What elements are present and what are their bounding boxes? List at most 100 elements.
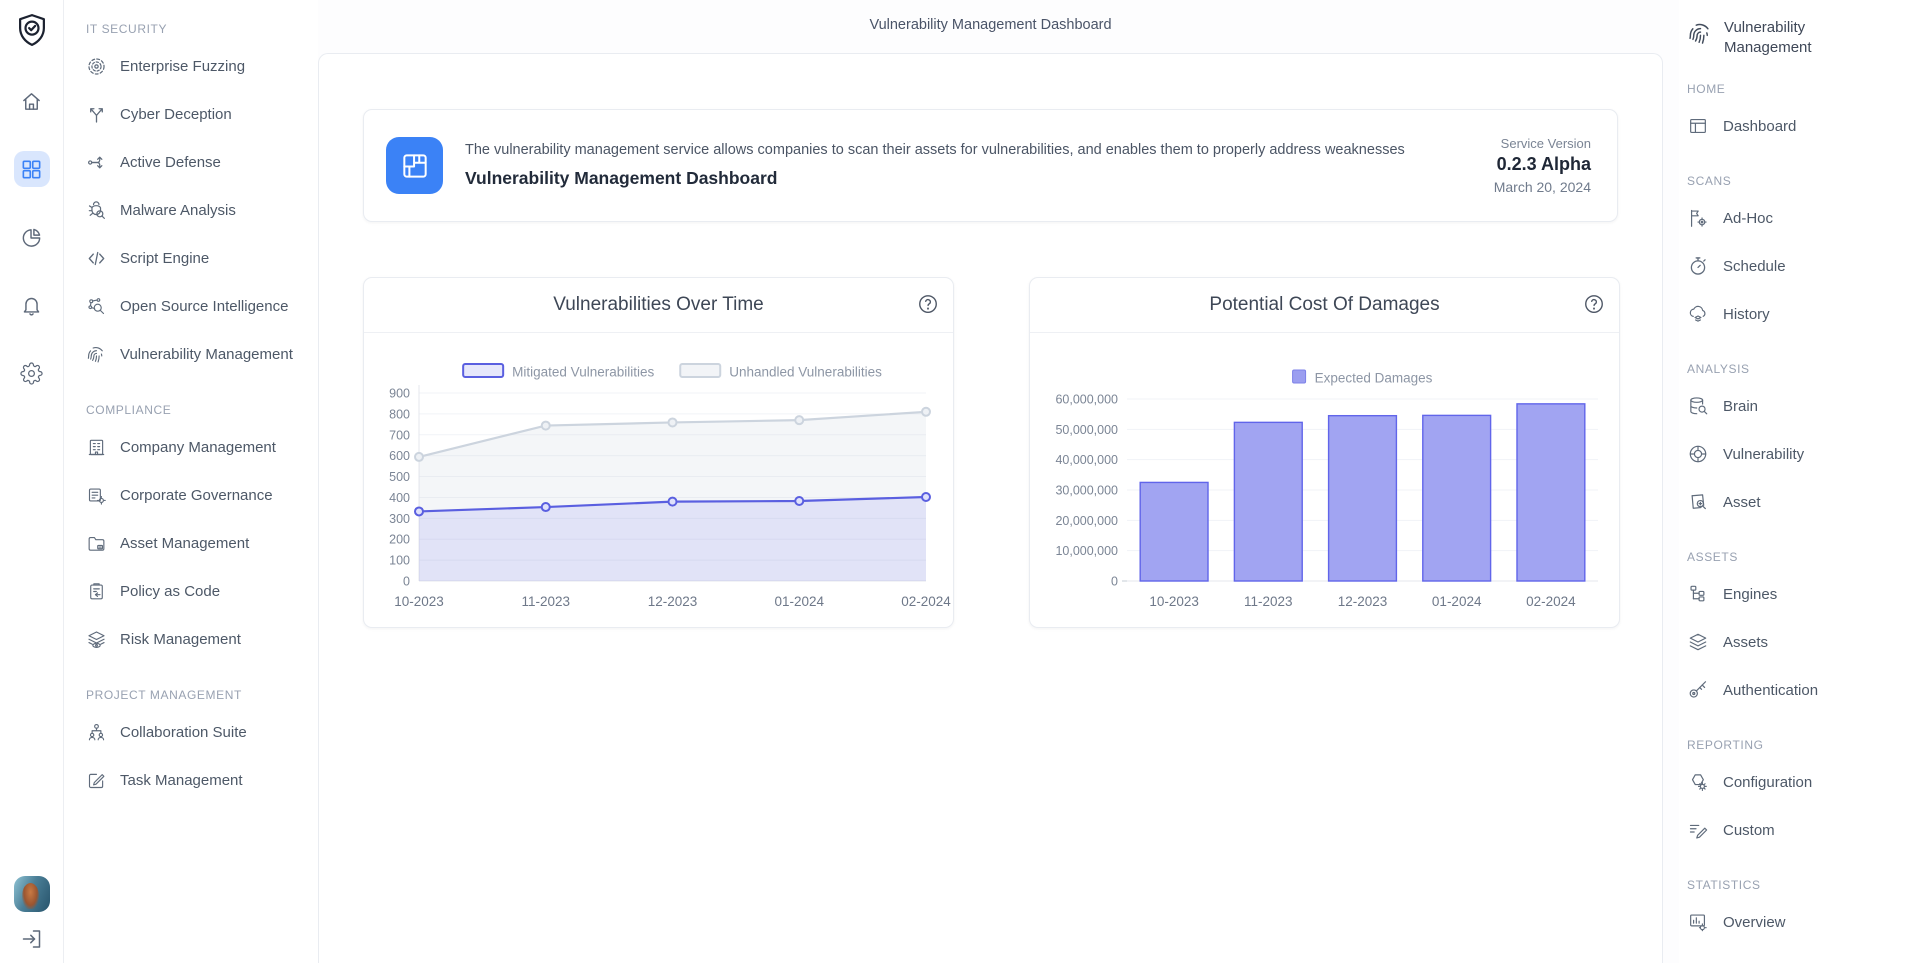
rail-button-home[interactable]	[14, 83, 50, 119]
fingerprint-icon	[1687, 20, 1714, 47]
service-version-date: March 20, 2024	[1494, 179, 1591, 195]
sidebar-item-corporate-governance[interactable]: Corporate Governance	[86, 471, 318, 519]
svg-text:40,000,000: 40,000,000	[1055, 453, 1118, 467]
line-chart: 010020030040050060070080090010-202311-20…	[365, 335, 954, 627]
rightbar-item-overview[interactable]: Overview	[1687, 898, 1920, 946]
rightbar-item-label: Custom	[1723, 822, 1775, 839]
sidebar-item-active-defense[interactable]: Active Defense	[86, 138, 318, 186]
rightbar-item-asset[interactable]: Asset	[1687, 478, 1920, 526]
code-icon	[86, 248, 107, 269]
sidebar-item-policy-as-code[interactable]: Policy as Code	[86, 567, 318, 615]
bar-chart: 010,000,00020,000,00030,000,00040,000,00…	[1031, 335, 1620, 627]
help-circle-icon[interactable]	[917, 293, 939, 315]
rail-button-pie-chart[interactable]	[14, 219, 50, 255]
rightbar-item-configuration[interactable]: Configuration	[1687, 758, 1920, 806]
service-info-card: The vulnerability management service all…	[363, 109, 1618, 222]
chart-title: Vulnerabilities Over Time	[364, 278, 953, 333]
rail-button-bell[interactable]	[14, 287, 50, 323]
svg-text:10,000,000: 10,000,000	[1055, 544, 1118, 558]
sidebar-section-header: PROJECT MANAGEMENT	[86, 682, 318, 708]
right-sidebar-title-text: Vulnerability Management	[1724, 18, 1864, 58]
sidebar-item-enterprise-fuzzing[interactable]: Enterprise Fuzzing	[86, 42, 318, 90]
user-avatar[interactable]	[14, 876, 50, 912]
rightbar-item-vulnerability[interactable]: Vulnerability	[1687, 430, 1920, 478]
svg-text:12-2023: 12-2023	[648, 594, 698, 609]
rightbar-item-label: Dashboard	[1723, 118, 1796, 135]
svg-text:02-2024: 02-2024	[1526, 594, 1576, 609]
rightbar-item-authentication[interactable]: Authentication	[1687, 666, 1920, 714]
sidebar-item-label: Malware Analysis	[120, 202, 236, 219]
pie-chart-icon	[20, 226, 43, 249]
svg-text:12-2023: 12-2023	[1338, 594, 1388, 609]
rightbar-item-label: History	[1723, 306, 1770, 323]
rightbar-item-label: Authentication	[1723, 682, 1818, 699]
clipboard-icon	[86, 581, 107, 602]
route-icon	[86, 152, 107, 173]
rail-button-gear[interactable]	[14, 355, 50, 391]
rightbar-item-label: Ad-Hoc	[1723, 210, 1773, 227]
svg-text:600: 600	[389, 449, 410, 463]
rightbar-item-ad-hoc[interactable]: Ad-Hoc	[1687, 194, 1920, 242]
svg-text:60,000,000: 60,000,000	[1055, 393, 1118, 407]
sidebar-item-label: Corporate Governance	[120, 487, 273, 504]
rightbar-item-label: Schedule	[1723, 258, 1786, 275]
key-icon	[1687, 679, 1709, 701]
rightbar-item-dashboard[interactable]: Dashboard	[1687, 102, 1920, 150]
chart-title: Potential Cost Of Damages	[1030, 278, 1619, 333]
sidebar-item-label: Task Management	[120, 772, 243, 789]
bell-icon	[20, 294, 43, 317]
svg-text:100: 100	[389, 554, 410, 568]
sidebar-item-risk-management[interactable]: Risk Management	[86, 615, 318, 663]
sidebar-item-collaboration-suite[interactable]: Collaboration Suite	[86, 708, 318, 756]
svg-text:11-2023: 11-2023	[1244, 594, 1293, 609]
rightbar-item-label: Vulnerability	[1723, 446, 1804, 463]
rightbar-item-custom[interactable]: Custom	[1687, 806, 1920, 854]
svg-text:300: 300	[389, 512, 410, 526]
service-title: Vulnerability Management Dashboard	[465, 168, 1494, 189]
svg-text:01-2024: 01-2024	[774, 594, 824, 609]
bar-chart-body: 010,000,00020,000,00030,000,00040,000,00…	[1030, 333, 1619, 627]
sidebar-item-label: Open Source Intelligence	[120, 298, 288, 315]
rightbar-item-schedule[interactable]: Schedule	[1687, 242, 1920, 290]
help-circle-icon[interactable]	[1583, 293, 1605, 315]
svg-text:700: 700	[389, 428, 410, 442]
rightbar-item-label: Engines	[1723, 586, 1777, 603]
svg-text:Unhandled Vulnerabilities: Unhandled Vulnerabilities	[729, 365, 882, 380]
doc-search-icon	[1687, 491, 1709, 513]
svg-text:200: 200	[389, 533, 410, 547]
sidebar-item-task-management[interactable]: Task Management	[86, 756, 318, 804]
globe-target-icon	[1687, 443, 1709, 465]
rightbar-section-header: HOME	[1687, 76, 1920, 102]
layers-icon	[1687, 631, 1709, 653]
sidebar-item-malware-analysis[interactable]: Malware Analysis	[86, 186, 318, 234]
target-icon	[86, 56, 107, 77]
chart-title-text: Potential Cost Of Damages	[1209, 294, 1439, 316]
sidebar-item-open-source-intelligence[interactable]: Open Source Intelligence	[86, 282, 318, 330]
rightbar-item-label: Overview	[1723, 914, 1786, 931]
sidebar-item-asset-management[interactable]: Asset Management	[86, 519, 318, 567]
sidebar-item-vulnerability-management[interactable]: Vulnerability Management	[86, 330, 318, 378]
svg-text:50,000,000: 50,000,000	[1055, 423, 1118, 437]
hierarchy-icon	[1687, 583, 1709, 605]
service-version-block: Service Version 0.2.3 Alpha March 20, 20…	[1494, 136, 1591, 195]
rightbar-item-history[interactable]: History	[1687, 290, 1920, 338]
svg-text:Expected Damages: Expected Damages	[1315, 371, 1433, 386]
sidebar-item-script-engine[interactable]: Script Engine	[86, 234, 318, 282]
sidebar-item-label: Active Defense	[120, 154, 221, 171]
rightbar-item-engines[interactable]: Engines	[1687, 570, 1920, 618]
rightbar-item-assets[interactable]: Assets	[1687, 618, 1920, 666]
rail-nav	[14, 83, 50, 391]
logout-icon[interactable]	[20, 927, 44, 951]
rail-button-grid[interactable]	[14, 151, 50, 187]
rightbar-item-brain[interactable]: Brain	[1687, 382, 1920, 430]
svg-text:30,000,000: 30,000,000	[1055, 484, 1118, 498]
svg-text:11-2023: 11-2023	[521, 594, 570, 609]
org-icon	[86, 722, 107, 743]
edit-square-icon	[86, 770, 107, 791]
main-panel: The vulnerability management service all…	[318, 53, 1663, 963]
pen-lines-icon	[1687, 819, 1709, 841]
sidebar-item-company-management[interactable]: Company Management	[86, 423, 318, 471]
sidebar-item-cyber-deception[interactable]: Cyber Deception	[86, 90, 318, 138]
sidebar-item-label: Script Engine	[120, 250, 209, 267]
service-version-number: 0.2.3 Alpha	[1494, 154, 1591, 175]
